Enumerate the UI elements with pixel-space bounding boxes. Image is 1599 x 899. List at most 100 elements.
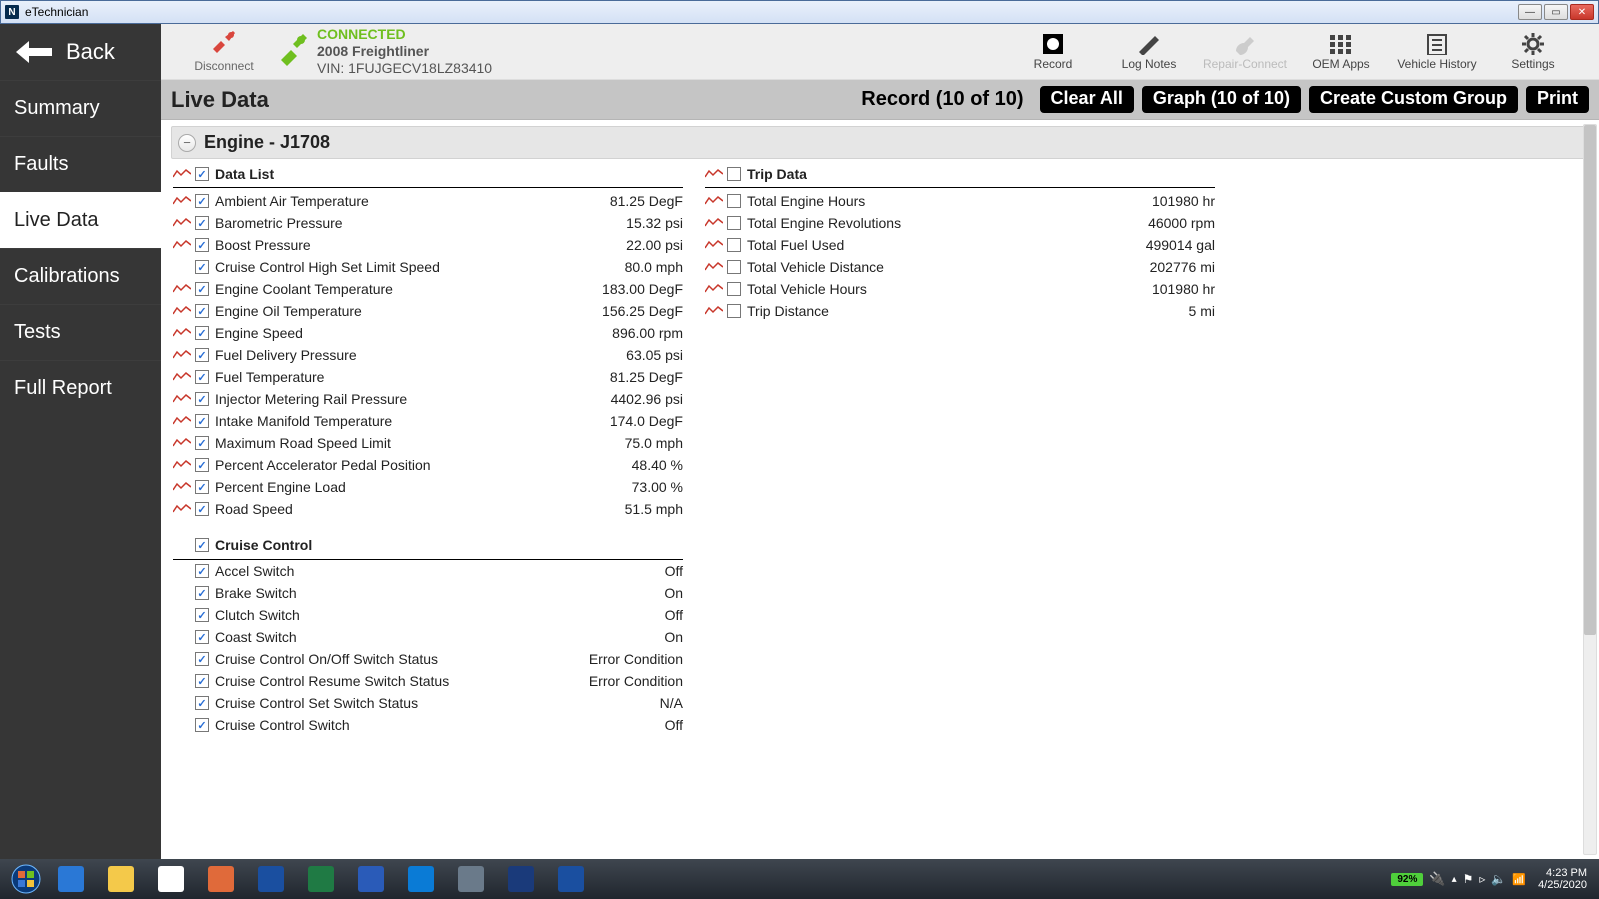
tray-network-icon[interactable]: 📶 <box>1512 873 1526 886</box>
create-custom-group-button[interactable]: Create Custom Group <box>1309 86 1518 113</box>
vehicle-history-button[interactable]: Vehicle History <box>1389 33 1485 71</box>
data-row[interactable]: Boost Pressure22.00 psi <box>173 234 683 256</box>
checkbox[interactable] <box>727 304 741 318</box>
graph-icon[interactable] <box>173 217 191 229</box>
checkbox[interactable] <box>195 216 209 230</box>
graph-icon[interactable] <box>173 239 191 251</box>
graph-icon[interactable] <box>705 239 723 251</box>
data-list-checkbox[interactable] <box>195 167 209 181</box>
graph-icon[interactable] <box>173 168 191 180</box>
checkbox[interactable] <box>195 502 209 516</box>
graph-icon[interactable] <box>173 349 191 361</box>
checkbox[interactable] <box>195 194 209 208</box>
oem-apps-button[interactable]: OEM Apps <box>1293 33 1389 71</box>
data-row[interactable]: Fuel Delivery Pressure63.05 psi <box>173 344 683 366</box>
collapse-button[interactable]: − <box>178 134 196 152</box>
data-row[interactable]: Total Fuel Used499014 gal <box>705 234 1215 256</box>
close-button[interactable]: ✕ <box>1570 4 1594 20</box>
taskbar-app-excel[interactable] <box>298 863 344 895</box>
data-row[interactable]: Percent Engine Load73.00 % <box>173 476 683 498</box>
taskbar-app-mdi[interactable] <box>498 863 544 895</box>
graph-icon[interactable] <box>173 327 191 339</box>
taskbar-app-firefox[interactable] <box>198 863 244 895</box>
minimize-button[interactable]: — <box>1518 4 1542 20</box>
tray-action-center-icon[interactable]: ⚑ <box>1463 872 1474 886</box>
graph-icon[interactable] <box>173 283 191 295</box>
graph-icon[interactable] <box>705 261 723 273</box>
sidebar-item-calibrations[interactable]: Calibrations <box>0 248 161 304</box>
sidebar-item-live-data[interactable]: Live Data <box>0 192 161 248</box>
checkbox[interactable] <box>195 304 209 318</box>
data-row[interactable]: Intake Manifold Temperature174.0 DegF <box>173 410 683 432</box>
checkbox[interactable] <box>195 414 209 428</box>
data-row[interactable]: Trip Distance5 mi <box>705 300 1215 322</box>
data-row[interactable]: Ambient Air Temperature81.25 DegF <box>173 190 683 212</box>
graph-icon[interactable] <box>173 481 191 493</box>
data-row[interactable]: Cruise Control High Set Limit Speed80.0 … <box>173 256 683 278</box>
taskbar-app-chrome[interactable] <box>148 863 194 895</box>
clear-all-button[interactable]: Clear All <box>1040 86 1134 113</box>
checkbox[interactable] <box>195 608 209 622</box>
checkbox[interactable] <box>195 282 209 296</box>
tray-chevron-icon[interactable]: ▴ <box>1452 874 1457 885</box>
checkbox[interactable] <box>727 216 741 230</box>
data-row[interactable]: Fuel Temperature81.25 DegF <box>173 366 683 388</box>
data-row[interactable]: Brake SwitchOn <box>173 582 683 604</box>
checkbox[interactable] <box>195 326 209 340</box>
data-row[interactable]: Cruise Control Set Switch StatusN/A <box>173 692 683 714</box>
checkbox[interactable] <box>727 238 741 252</box>
sidebar-item-full-report[interactable]: Full Report <box>0 360 161 416</box>
checkbox[interactable] <box>195 436 209 450</box>
graph-button[interactable]: Graph (10 of 10) <box>1142 86 1301 113</box>
checkbox[interactable] <box>195 718 209 732</box>
taskbar-app-nexiq2[interactable] <box>548 863 594 895</box>
graph-icon[interactable] <box>705 305 723 317</box>
scrollbar[interactable] <box>1583 124 1597 855</box>
graph-icon[interactable] <box>173 393 191 405</box>
maximize-button[interactable]: ▭ <box>1544 4 1568 20</box>
checkbox[interactable] <box>195 238 209 252</box>
data-row[interactable]: Cruise Control Resume Switch StatusError… <box>173 670 683 692</box>
graph-icon[interactable] <box>173 371 191 383</box>
data-row[interactable]: Total Engine Hours101980 hr <box>705 190 1215 212</box>
data-row[interactable]: Clutch SwitchOff <box>173 604 683 626</box>
tray-volume-icon[interactable]: 🔈 <box>1491 872 1506 886</box>
graph-icon[interactable] <box>705 195 723 207</box>
taskbar-app-teamviewer[interactable] <box>398 863 444 895</box>
settings-button[interactable]: Settings <box>1485 33 1581 71</box>
log-notes-button[interactable]: Log Notes <box>1101 33 1197 71</box>
cruise-control-checkbox[interactable] <box>195 538 209 552</box>
clock[interactable]: 4:23 PM 4/25/2020 <box>1532 867 1593 891</box>
taskbar-app-ie[interactable] <box>48 863 94 895</box>
checkbox[interactable] <box>727 282 741 296</box>
tray-flag-icon[interactable]: ▹ <box>1479 872 1485 886</box>
data-row[interactable]: Injector Metering Rail Pressure4402.96 p… <box>173 388 683 410</box>
scroll-thumb[interactable] <box>1584 125 1596 635</box>
graph-icon[interactable] <box>173 437 191 449</box>
checkbox[interactable] <box>195 630 209 644</box>
graph-icon[interactable] <box>173 305 191 317</box>
checkbox[interactable] <box>727 194 741 208</box>
checkbox[interactable] <box>195 392 209 406</box>
data-row[interactable]: Accel SwitchOff <box>173 560 683 582</box>
data-row[interactable]: Road Speed51.5 mph <box>173 498 683 520</box>
back-button[interactable]: Back <box>0 24 161 80</box>
checkbox[interactable] <box>195 480 209 494</box>
record-button[interactable]: Record <box>1005 33 1101 71</box>
data-row[interactable]: Total Vehicle Hours101980 hr <box>705 278 1215 300</box>
taskbar-app-explorer[interactable] <box>98 863 144 895</box>
taskbar-app-nexiq[interactable] <box>248 863 294 895</box>
checkbox[interactable] <box>195 348 209 362</box>
data-row[interactable]: Engine Coolant Temperature183.00 DegF <box>173 278 683 300</box>
graph-icon[interactable] <box>173 503 191 515</box>
battery-indicator[interactable]: 92% <box>1391 873 1423 886</box>
trip-data-checkbox[interactable] <box>727 167 741 181</box>
data-row[interactable]: Coast SwitchOn <box>173 626 683 648</box>
sidebar-item-summary[interactable]: Summary <box>0 80 161 136</box>
data-row[interactable]: Cruise Control SwitchOff <box>173 714 683 736</box>
graph-icon[interactable] <box>705 217 723 229</box>
graph-icon[interactable] <box>173 415 191 427</box>
checkbox[interactable] <box>195 370 209 384</box>
checkbox[interactable] <box>195 674 209 688</box>
data-row[interactable]: Cruise Control On/Off Switch StatusError… <box>173 648 683 670</box>
